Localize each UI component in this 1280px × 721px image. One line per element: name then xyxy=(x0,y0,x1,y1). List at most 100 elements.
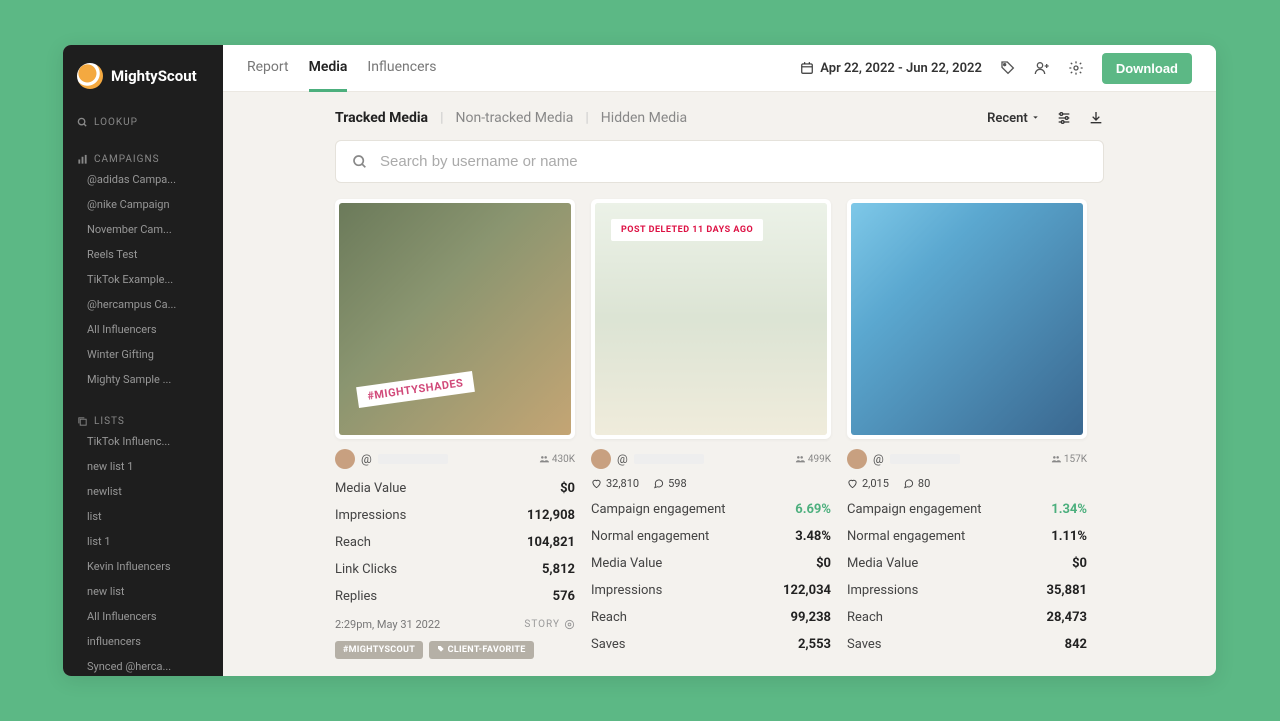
gear-icon[interactable] xyxy=(564,619,575,630)
users-icon xyxy=(1051,454,1061,464)
add-user-icon[interactable] xyxy=(1034,60,1050,76)
stat-row: Reach 104,821 xyxy=(335,535,575,550)
sidebar-lookup[interactable]: LOOKUP xyxy=(63,107,223,130)
stat-value: 112,908 xyxy=(527,508,575,523)
users-icon xyxy=(795,454,805,464)
engagement-row: 32,810 598 xyxy=(591,477,831,490)
sidebar-item-campaign[interactable]: Reels Test xyxy=(63,242,223,267)
stat-value: 35,881 xyxy=(1047,583,1088,598)
sidebar-item-list[interactable]: new list 1 xyxy=(63,454,223,479)
stat-label: Media Value xyxy=(591,556,662,571)
sort-controls: Recent xyxy=(987,110,1104,126)
stat-label: Saves xyxy=(591,637,626,652)
comment-icon xyxy=(903,478,914,489)
tag-icon[interactable] xyxy=(1000,60,1016,76)
stat-row: Saves 2,553 xyxy=(591,637,831,652)
stat-row: Media Value $0 xyxy=(591,556,831,571)
sidebar-item-list[interactable]: All Influencers xyxy=(63,604,223,629)
download-button[interactable]: Download xyxy=(1102,53,1192,84)
stat-value: $0 xyxy=(1072,556,1087,571)
filter-nontracked[interactable]: Non-tracked Media xyxy=(455,110,573,126)
stat-label: Media Value xyxy=(335,481,406,496)
stat-label: Reach xyxy=(335,535,371,550)
stat-value: 842 xyxy=(1065,637,1087,652)
comments: 80 xyxy=(903,477,930,490)
sidebar-item-campaign[interactable]: All Influencers xyxy=(63,317,223,342)
sliders-icon[interactable] xyxy=(1056,110,1072,126)
sidebar-item-campaign[interactable]: November Cam... xyxy=(63,217,223,242)
sidebar-lists-header[interactable]: LISTS xyxy=(63,406,223,429)
stat-label: Saves xyxy=(847,637,882,652)
media-thumbnail[interactable]: POST DELETED 11 DAYS AGO xyxy=(591,199,831,439)
sidebar-item-list[interactable]: influencers xyxy=(63,629,223,654)
comments: 598 xyxy=(653,477,687,490)
sort-dropdown[interactable]: Recent xyxy=(987,111,1040,126)
timestamp-row: 2:29pm, May 31 2022 STORY xyxy=(335,618,575,631)
sidebar-item-list[interactable]: Synced @herca... xyxy=(63,654,223,676)
sidebar-item-campaign[interactable]: @hercampus Ca... xyxy=(63,292,223,317)
stat-label: Link Clicks xyxy=(335,562,397,577)
main: Report Media Influencers Apr 22, 2022 - … xyxy=(223,45,1216,676)
filter-hidden[interactable]: Hidden Media xyxy=(601,110,687,126)
media-type: STORY xyxy=(524,619,575,630)
user-row[interactable]: @ 430K xyxy=(335,449,575,469)
stat-label: Normal engagement xyxy=(591,529,709,544)
sidebar-item-campaign[interactable]: Mighty Sample ... xyxy=(63,367,223,392)
sidebar-item-campaign[interactable]: Winter Gifting xyxy=(63,342,223,367)
sidebar-item-list[interactable]: list 1 xyxy=(63,529,223,554)
sidebar-item-list[interactable]: new list xyxy=(63,579,223,604)
stat-row: Replies 576 xyxy=(335,589,575,604)
search-box[interactable] xyxy=(335,140,1104,183)
deleted-badge: POST DELETED 11 DAYS AGO xyxy=(611,219,763,241)
logo[interactable]: MightyScout xyxy=(63,45,223,107)
stat-value: 104,821 xyxy=(527,535,575,550)
date-range-picker[interactable]: Apr 22, 2022 - Jun 22, 2022 xyxy=(800,61,982,76)
tag[interactable]: #MIGHTYSCOUT xyxy=(335,641,423,659)
media-thumbnail[interactable] xyxy=(847,199,1087,439)
stat-label: Reach xyxy=(591,610,627,625)
username: @ xyxy=(873,452,884,466)
likes: 2,015 xyxy=(847,477,889,490)
stat-row: Media Value $0 xyxy=(847,556,1087,571)
stat-label: Impressions xyxy=(591,583,662,598)
user-row[interactable]: @ 499K xyxy=(591,449,831,469)
filter-tracked[interactable]: Tracked Media xyxy=(335,110,428,126)
tag[interactable]: CLIENT-FAVORITE xyxy=(429,641,533,659)
stat-label: Media Value xyxy=(847,556,918,571)
sidebar-item-campaign[interactable]: @nike Campaign xyxy=(63,192,223,217)
timestamp: 2:29pm, May 31 2022 xyxy=(335,618,440,631)
tab-media[interactable]: Media xyxy=(309,45,348,92)
stat-row: Impressions 35,881 xyxy=(847,583,1087,598)
stat-label: Impressions xyxy=(847,583,918,598)
comment-icon xyxy=(653,478,664,489)
sidebar-item-list[interactable]: newlist xyxy=(63,479,223,504)
stat-value: $0 xyxy=(816,556,831,571)
tab-influencers[interactable]: Influencers xyxy=(367,45,436,92)
sidebar-item-campaign[interactable]: TikTok Example... xyxy=(63,267,223,292)
stat-value: 5,812 xyxy=(542,562,575,577)
sidebar-item-list[interactable]: list xyxy=(63,504,223,529)
stat-value: 3.48% xyxy=(795,529,831,544)
export-icon[interactable] xyxy=(1088,110,1104,126)
gear-icon[interactable] xyxy=(1068,60,1084,76)
likes: 32,810 xyxy=(591,477,639,490)
sidebar-campaigns-header[interactable]: CAMPAIGNS xyxy=(63,144,223,167)
heart-icon xyxy=(847,478,858,489)
user-row[interactable]: @ 157K xyxy=(847,449,1087,469)
sidebar-item-list[interactable]: TikTok Influenc... xyxy=(63,429,223,454)
filter-row: Tracked Media | Non-tracked Media | Hidd… xyxy=(335,110,1104,126)
username-redacted xyxy=(890,454,960,464)
tab-report[interactable]: Report xyxy=(247,45,289,92)
brand-name: MightyScout xyxy=(111,67,197,85)
media-thumbnail[interactable]: #MIGHTYSHADES xyxy=(335,199,575,439)
sidebar-item-list[interactable]: Kevin Influencers xyxy=(63,554,223,579)
filter-tabs: Tracked Media | Non-tracked Media | Hidd… xyxy=(335,110,687,126)
stat-row: Impressions 122,034 xyxy=(591,583,831,598)
avatar xyxy=(847,449,867,469)
username-redacted xyxy=(378,454,448,464)
logo-icon xyxy=(77,63,103,89)
sidebar-item-campaign[interactable]: @adidas Campa... xyxy=(63,167,223,192)
stat-value: 2,553 xyxy=(798,637,831,652)
stat-value: 6.69% xyxy=(795,502,831,517)
search-input[interactable] xyxy=(380,153,1087,170)
